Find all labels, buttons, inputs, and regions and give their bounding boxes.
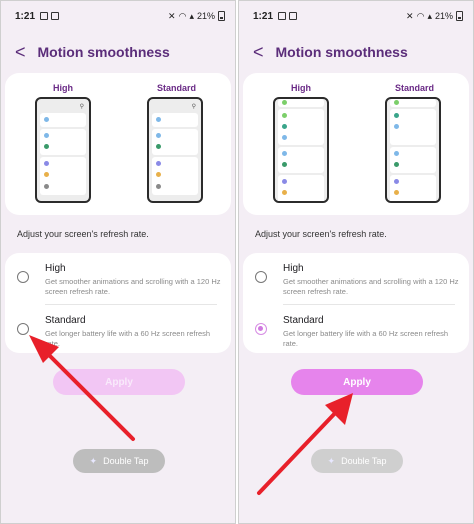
app-header: < Motion smoothness bbox=[15, 43, 170, 61]
status-icons: ✕ ◠ ▴ 21% bbox=[406, 11, 463, 22]
list-item bbox=[278, 109, 324, 145]
screenshot-panel-right: 1:21 ✕ ◠ ▴ 21% < Motion smoothness High … bbox=[238, 0, 474, 524]
double-tap-button[interactable]: ✦ Double Tap bbox=[311, 449, 403, 473]
radio-standard[interactable] bbox=[255, 323, 267, 335]
signal-icon: ▴ bbox=[427, 10, 432, 21]
radio-standard[interactable] bbox=[17, 323, 29, 335]
mute-icon: ✕ bbox=[406, 10, 414, 21]
double-tap-label: Double Tap bbox=[341, 456, 387, 466]
gallery-icon bbox=[278, 12, 287, 20]
status-time: 1:21 bbox=[253, 10, 274, 22]
list-item bbox=[390, 109, 436, 145]
status-bar: 1:21 ✕ ◠ ▴ 21% bbox=[253, 9, 463, 23]
preview-card: High Standard bbox=[243, 73, 469, 215]
status-time: 1:21 bbox=[15, 10, 36, 22]
notification-icon bbox=[51, 12, 60, 20]
list-item bbox=[278, 99, 324, 107]
preview-card: High Standard ⚲ ⚲ bbox=[5, 73, 231, 215]
status-icons: ✕ ◠ ▴ 21% bbox=[168, 11, 225, 22]
option-standard-title: Standard bbox=[283, 315, 324, 326]
app-header: < Motion smoothness bbox=[253, 43, 408, 61]
screenshot-panel-left: 1:21 ✕ ◠ ▴ 21% < Motion smoothness High … bbox=[0, 0, 236, 524]
list-item bbox=[390, 147, 436, 173]
divider bbox=[45, 304, 217, 305]
list-item bbox=[40, 113, 86, 127]
apply-button[interactable]: Apply bbox=[53, 369, 185, 395]
list-item bbox=[40, 129, 86, 155]
option-standard-title: Standard bbox=[45, 315, 86, 326]
preview-label-high: High bbox=[53, 83, 73, 93]
option-standard-desc: Get longer battery life with a 60 Hz scr… bbox=[45, 329, 211, 348]
preview-label-high: High bbox=[291, 83, 311, 93]
page-title: Motion smoothness bbox=[37, 44, 170, 60]
signal-icon: ▴ bbox=[189, 10, 194, 21]
phone-preview-standard: ⚲ bbox=[147, 97, 203, 203]
option-high-desc: Get smoother animations and scrolling wi… bbox=[283, 277, 459, 296]
radio-high[interactable] bbox=[255, 271, 267, 283]
divider bbox=[283, 304, 455, 305]
refresh-rate-caption: Adjust your screen's refresh rate. bbox=[17, 229, 149, 239]
refresh-options-card: High Get smoother animations and scrolli… bbox=[5, 253, 231, 353]
list-item bbox=[390, 175, 436, 201]
list-item bbox=[390, 99, 436, 107]
wifi-icon: ◠ bbox=[416, 10, 425, 21]
phone-preview-high: ⚲ bbox=[35, 97, 91, 203]
notification-icon bbox=[289, 12, 298, 20]
preview-label-standard: Standard bbox=[157, 83, 197, 93]
phone-preview-standard bbox=[385, 97, 441, 203]
battery-icon bbox=[218, 11, 225, 21]
battery-text: 21% bbox=[434, 11, 453, 21]
battery-icon bbox=[456, 11, 463, 21]
wifi-icon: ◠ bbox=[178, 10, 187, 21]
refresh-rate-caption: Adjust your screen's refresh rate. bbox=[255, 229, 387, 239]
gallery-icon bbox=[40, 12, 49, 20]
battery-text: 21% bbox=[196, 11, 215, 21]
list-item bbox=[278, 147, 324, 173]
back-chevron-icon[interactable]: < bbox=[15, 43, 26, 61]
option-high-title: High bbox=[283, 263, 304, 274]
page-title: Motion smoothness bbox=[275, 44, 408, 60]
double-tap-button[interactable]: ✦ Double Tap bbox=[73, 449, 165, 473]
apply-button[interactable]: Apply bbox=[291, 369, 423, 395]
option-standard-desc: Get longer battery life with a 60 Hz scr… bbox=[283, 329, 449, 348]
radio-high[interactable] bbox=[17, 271, 29, 283]
search-icon: ⚲ bbox=[79, 104, 84, 110]
option-high-desc: Get smoother animations and scrolling wi… bbox=[45, 277, 221, 296]
list-item bbox=[152, 113, 198, 127]
list-item bbox=[40, 157, 86, 195]
list-item bbox=[278, 175, 324, 201]
refresh-options-card: High Get smoother animations and scrolli… bbox=[243, 253, 469, 353]
list-item bbox=[152, 129, 198, 155]
double-tap-icon: ✦ bbox=[89, 455, 98, 466]
option-high-title: High bbox=[45, 263, 66, 274]
status-bar: 1:21 ✕ ◠ ▴ 21% bbox=[15, 9, 225, 23]
preview-label-standard: Standard bbox=[395, 83, 435, 93]
double-tap-label: Double Tap bbox=[103, 456, 149, 466]
back-chevron-icon[interactable]: < bbox=[253, 43, 264, 61]
phone-preview-high bbox=[273, 97, 329, 203]
double-tap-icon: ✦ bbox=[327, 455, 336, 466]
list-item bbox=[152, 157, 198, 195]
mute-icon: ✕ bbox=[168, 10, 176, 21]
search-icon: ⚲ bbox=[191, 104, 196, 110]
